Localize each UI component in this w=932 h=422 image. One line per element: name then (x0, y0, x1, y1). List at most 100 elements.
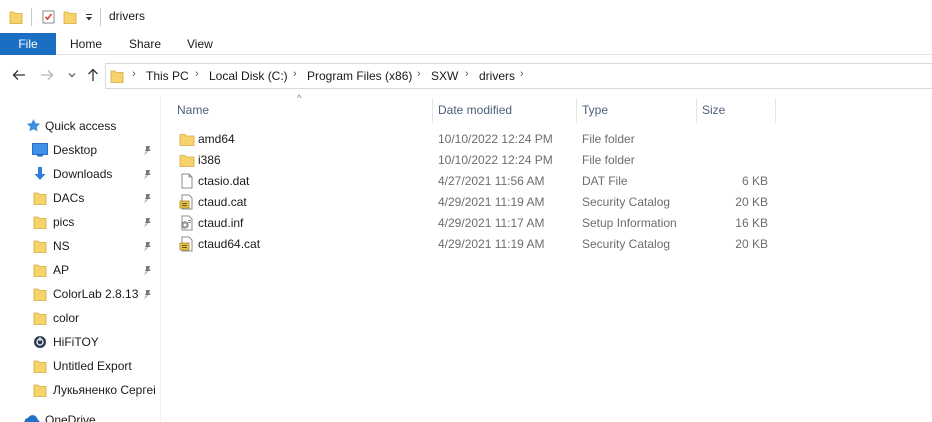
sidebar-item-ns[interactable]: NS (0, 234, 160, 258)
file-type: DAT File (582, 174, 628, 188)
pin-icon[interactable] (142, 241, 152, 251)
download-arrow-icon (32, 166, 48, 185)
tab-share[interactable]: Share (129, 33, 161, 55)
folder-icon[interactable] (9, 8, 23, 26)
breadcrumb-chevron-icon[interactable]: › (195, 68, 199, 80)
forward-arrow-icon[interactable] (39, 67, 55, 83)
file-date: 4/29/2021 11:17 AM (438, 216, 545, 230)
security-catalog-icon (179, 194, 193, 210)
sidebar-item-desktop[interactable]: Desktop (0, 138, 160, 162)
file-type: Security Catalog (582, 195, 671, 209)
breadcrumb-chevron-icon[interactable]: › (520, 68, 524, 80)
column-header-name[interactable]: Name (177, 103, 209, 117)
breadcrumb-local-disk[interactable]: Local Disk (C:) (209, 69, 288, 83)
sidebar-item-label: AP (53, 263, 70, 277)
sidebar-item-label: Untitled Export (53, 359, 132, 373)
sidebar-item-lukyanenko[interactable]: Лукьяненко Сергеі (0, 378, 160, 402)
sidebar-item-label: Downloads (53, 167, 113, 181)
recent-locations-chevron-icon[interactable] (64, 67, 80, 83)
file-name: i386 (198, 153, 221, 167)
table-row[interactable]: i386 10/10/2022 12:24 PM File folder (170, 150, 932, 171)
sidebar-item-color[interactable]: color (0, 306, 160, 330)
file-date: 10/10/2022 12:24 PM (438, 153, 553, 167)
star-icon (26, 118, 41, 136)
table-row[interactable]: ctaud.inf 4/29/2021 11:17 AM Setup Infor… (170, 213, 932, 234)
tab-file[interactable]: File (0, 33, 56, 55)
sidebar-item-label: HiFiTOY (53, 335, 99, 349)
up-arrow-icon[interactable] (85, 67, 101, 83)
folder-icon (33, 382, 47, 401)
breadcrumb-sxw[interactable]: SXW (431, 69, 458, 83)
column-divider[interactable] (576, 98, 577, 123)
file-name: amd64 (198, 132, 235, 146)
table-row[interactable]: amd64 10/10/2022 12:24 PM File folder (170, 129, 932, 150)
sidebar-item-onedrive[interactable]: OneDrive (0, 408, 160, 422)
quick-access[interactable]: Quick access (0, 114, 160, 138)
sidebar-item-colorlab[interactable]: ColorLab 2.8.13 (0, 282, 160, 306)
breadcrumb-chevron-icon[interactable]: › (293, 68, 297, 80)
file-size: 20 KB (735, 237, 768, 251)
tab-home[interactable]: Home (70, 33, 102, 55)
folder-icon (33, 238, 47, 257)
customize-dropdown-icon[interactable] (84, 8, 94, 26)
setup-info-icon (181, 215, 193, 231)
sidebar-item-label: DACs (53, 191, 85, 205)
pin-icon[interactable] (142, 193, 152, 203)
sidebar-item-label: Лукьяненко Сергеі (53, 383, 156, 397)
sidebar-item-label: color (53, 311, 80, 325)
column-header-date[interactable]: Date modified (438, 103, 512, 117)
navigation-pane: Quick access Desktop Downloads DACs pics (0, 96, 160, 422)
ribbon-tabs: File Home Share View (0, 33, 932, 55)
file-date: 4/27/2021 11:56 AM (438, 174, 545, 188)
file-size: 20 KB (735, 195, 768, 209)
file-type: Setup Information (582, 216, 677, 230)
tab-view[interactable]: View (187, 33, 213, 55)
table-row[interactable]: ctasio.dat 4/27/2021 11:56 AM DAT File 6… (170, 171, 932, 192)
file-type: File folder (582, 153, 635, 167)
sidebar-item-label: pics (53, 215, 75, 229)
pin-icon[interactable] (142, 145, 152, 155)
sidebar-item-untitled-export[interactable]: Untitled Export (0, 354, 160, 378)
sidebar-item-pics[interactable]: pics (0, 210, 160, 234)
table-row[interactable]: ctaud.cat 4/29/2021 11:19 AM Security Ca… (170, 192, 932, 213)
pin-icon[interactable] (142, 289, 152, 299)
folder-icon (110, 68, 124, 87)
pane-divider[interactable] (160, 96, 161, 422)
properties-check-icon[interactable] (41, 8, 57, 26)
address-bar[interactable]: › This PC › Local Disk (C:) › Program Fi… (105, 63, 932, 89)
file-date: 4/29/2021 11:19 AM (438, 237, 545, 251)
file-date: 10/10/2022 12:24 PM (438, 132, 553, 146)
column-header-type[interactable]: Type (582, 103, 608, 117)
new-folder-icon[interactable] (63, 8, 77, 26)
column-divider[interactable] (432, 98, 433, 123)
breadcrumb-chevron-icon[interactable]: › (465, 68, 469, 80)
column-divider[interactable] (696, 98, 697, 123)
folder-icon (33, 286, 47, 305)
file-name: ctaud.inf (198, 216, 244, 230)
pin-icon[interactable] (142, 265, 152, 275)
column-header-row: ^ Name Date modified Type Size (170, 93, 932, 124)
file-list: ^ Name Date modified Type Size amd64 10/… (170, 93, 932, 422)
breadcrumb-chevron-icon[interactable]: › (417, 68, 421, 80)
sidebar-item-dacs[interactable]: DACs (0, 186, 160, 210)
pin-icon[interactable] (142, 169, 152, 179)
breadcrumb-chevron-icon[interactable]: › (132, 68, 136, 80)
column-divider[interactable] (775, 98, 776, 123)
folder-icon (33, 214, 47, 233)
breadcrumb-this-pc[interactable]: This PC (146, 69, 189, 83)
folder-icon (33, 358, 47, 377)
file-size: 16 KB (735, 216, 768, 230)
pin-icon[interactable] (142, 217, 152, 227)
table-row[interactable]: ctaud64.cat 4/29/2021 11:19 AM Security … (170, 234, 932, 255)
sidebar-item-hifitoy[interactable]: HiFiTOY (0, 330, 160, 354)
sidebar-item-ap[interactable]: AP (0, 258, 160, 282)
folder-icon (33, 190, 47, 209)
sidebar-item-downloads[interactable]: Downloads (0, 162, 160, 186)
breadcrumb-program-files[interactable]: Program Files (x86) (307, 69, 412, 83)
file-name: ctaud64.cat (198, 237, 261, 251)
breadcrumb-drivers[interactable]: drivers (479, 69, 515, 83)
column-header-size[interactable]: Size (702, 103, 725, 117)
back-arrow-icon[interactable] (11, 67, 27, 83)
quick-access-label: Quick access (45, 119, 117, 133)
sidebar-item-label: NS (53, 239, 70, 253)
